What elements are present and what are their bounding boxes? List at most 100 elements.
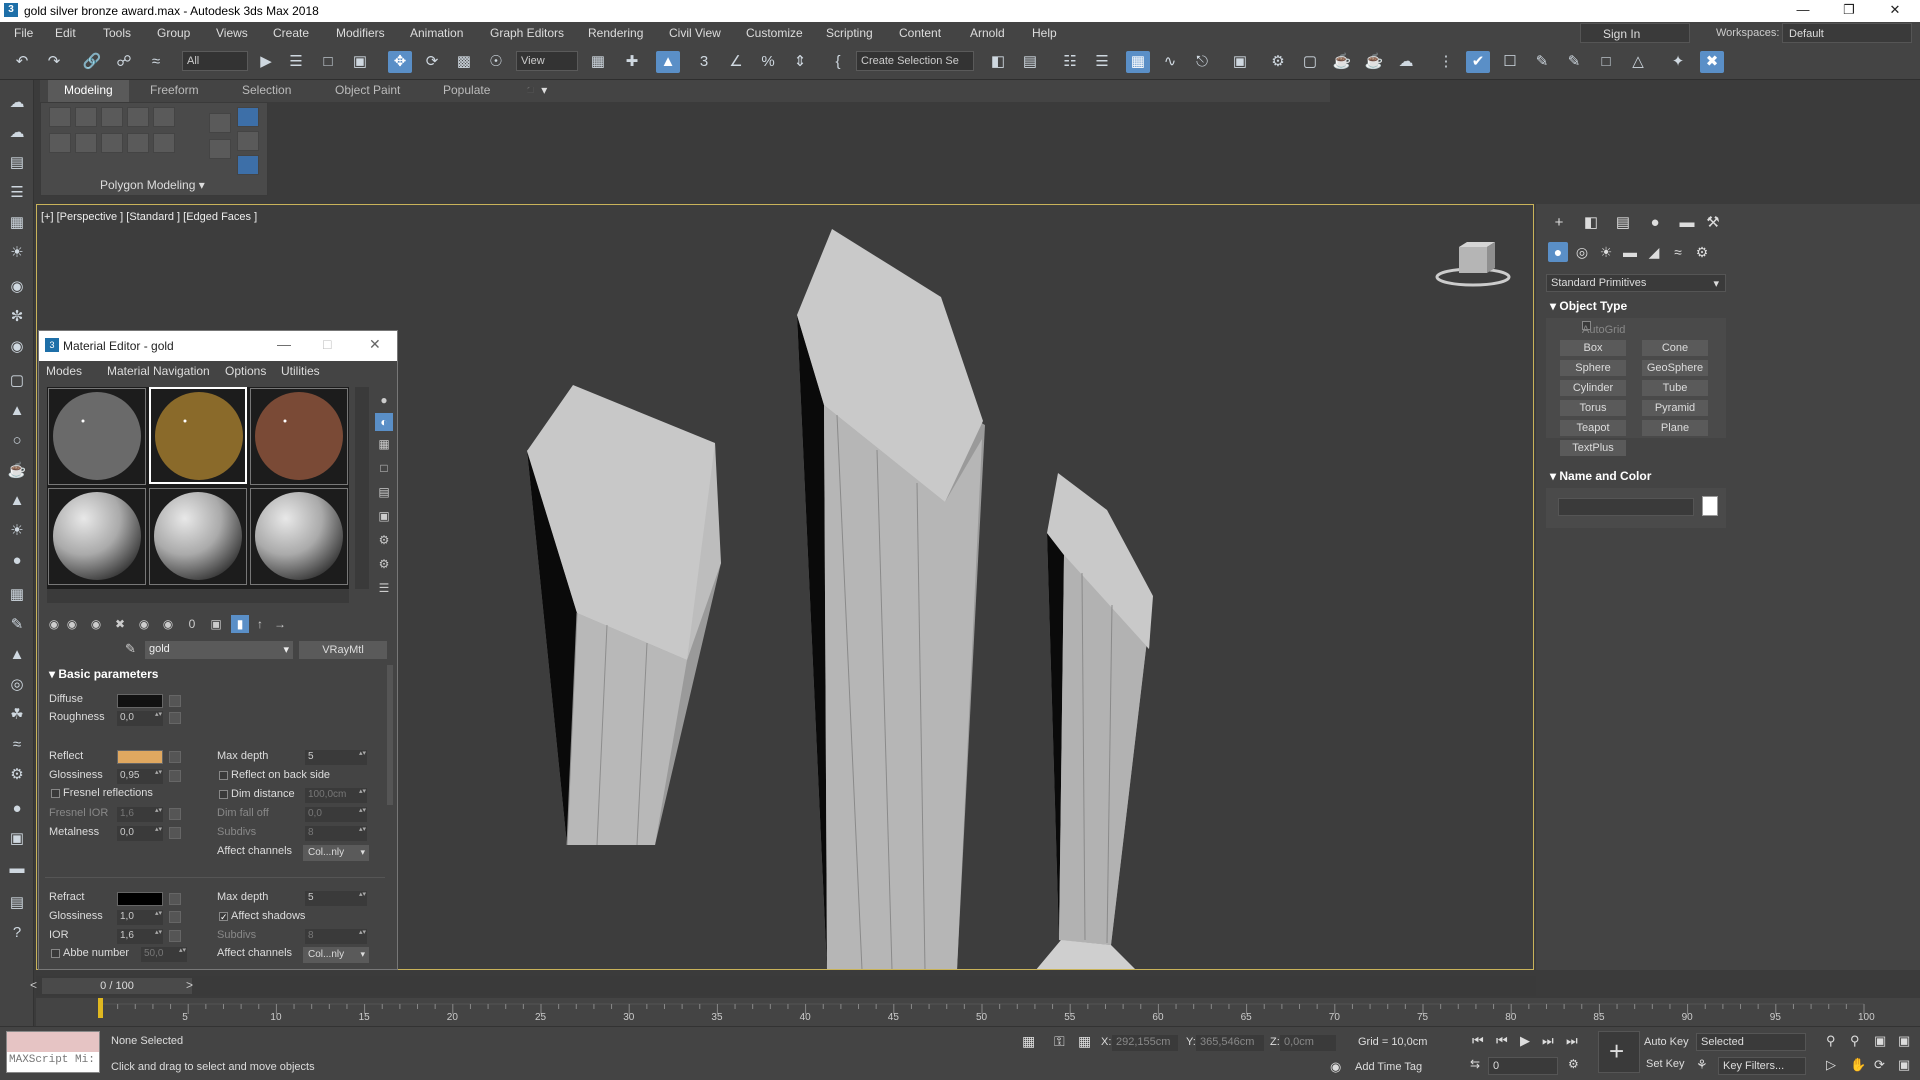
- rendered-frame-window-icon[interactable]: ▢: [1298, 51, 1322, 73]
- background-icon[interactable]: ▦: [375, 435, 393, 453]
- params-scrollbar[interactable]: [387, 665, 393, 805]
- menu-scripting[interactable]: Scripting: [826, 26, 873, 40]
- material-slot[interactable]: [250, 488, 348, 585]
- tab-object-paint[interactable]: Object Paint: [335, 83, 400, 97]
- plant-icon[interactable]: ☘: [6, 704, 28, 726]
- grid-icon[interactable]: ⋮: [1434, 51, 1458, 73]
- fresnel-checkbox[interactable]: [51, 789, 60, 798]
- align-icon[interactable]: ▤: [1018, 51, 1042, 73]
- name-color-rollout-header[interactable]: ▾ Name and Color: [1546, 466, 1726, 486]
- get-material-icon[interactable]: ◉: [45, 615, 63, 633]
- modify-tab-icon[interactable]: ◧: [1580, 212, 1602, 234]
- vray-mesh-icon[interactable]: ✎: [1562, 51, 1586, 73]
- compass-icon[interactable]: ▲: [6, 644, 28, 666]
- systems-icon[interactable]: ⚙: [1692, 242, 1712, 262]
- toggle-ribbon-icon[interactable]: ▦: [1126, 51, 1150, 73]
- ribbon-stack-button[interactable]: [209, 113, 231, 133]
- make-preview-icon[interactable]: ▣: [375, 507, 393, 525]
- dim-distance-spinner[interactable]: 100,0cm: [305, 788, 367, 803]
- curve-editor-icon[interactable]: ∿: [1158, 51, 1182, 73]
- next-frame-icon[interactable]: ⏭: [1542, 1033, 1554, 1049]
- menu-civil-view[interactable]: Civil View: [669, 26, 721, 40]
- reflect-map-button[interactable]: [169, 751, 181, 763]
- selection-filter-select[interactable]: All: [182, 51, 248, 71]
- select-object-icon[interactable]: ▶: [254, 51, 278, 73]
- refl-glossiness-spinner[interactable]: 0,95: [117, 769, 163, 784]
- make-unique-icon[interactable]: ◉: [135, 615, 153, 633]
- roughness-map-button[interactable]: [169, 712, 181, 724]
- time-cursor[interactable]: [98, 998, 103, 1018]
- select-by-material-icon[interactable]: ⚙: [375, 555, 393, 573]
- cylinder-button[interactable]: Cylinder: [1560, 380, 1626, 396]
- metalness-spinner[interactable]: 0,0: [117, 826, 163, 841]
- maxscript-input[interactable]: MAXScript Mi:: [7, 1052, 99, 1066]
- close-icon[interactable]: ✕: [1880, 2, 1910, 18]
- options-icon[interactable]: ⚙: [375, 531, 393, 549]
- material-editor-titlebar[interactable]: 3 Material Editor - gold — □ ✕: [39, 331, 397, 361]
- refract-map-button[interactable]: [169, 893, 181, 905]
- box-button[interactable]: Box: [1560, 340, 1626, 356]
- menu-rendering[interactable]: Rendering: [588, 26, 643, 40]
- ribbon-element-button[interactable]: [153, 107, 175, 127]
- menu-create[interactable]: Create: [273, 26, 309, 40]
- shapes-icon[interactable]: ◎: [1572, 242, 1592, 262]
- material-slot[interactable]: [149, 488, 247, 585]
- z-coordinate[interactable]: 0,0cm: [1280, 1035, 1336, 1051]
- isolate-icon[interactable]: ▦: [1022, 1033, 1035, 1050]
- scene-explorer-icon[interactable]: ☷: [1058, 51, 1082, 73]
- video-check-icon[interactable]: ▤: [375, 483, 393, 501]
- award-crystal-right[interactable]: [1035, 473, 1153, 970]
- refr-glossiness-spinner[interactable]: 1,0: [117, 910, 163, 925]
- y-coordinate[interactable]: 365,546cm: [1196, 1035, 1264, 1051]
- hair-icon[interactable]: ≈: [6, 734, 28, 756]
- lights-icon[interactable]: ☀: [1596, 242, 1616, 262]
- link-icon[interactable]: 🔗: [80, 51, 104, 73]
- minimize-icon[interactable]: —: [1788, 2, 1818, 17]
- ribbon-vertex-button[interactable]: [49, 107, 71, 127]
- bind-spacewarp-icon[interactable]: ≈: [144, 51, 168, 73]
- ribbon-stack-2-button[interactable]: [209, 139, 231, 159]
- time-next-icon[interactable]: >: [186, 978, 193, 992]
- zoom-icon[interactable]: ⚲: [1826, 1033, 1836, 1049]
- pivot-center-icon[interactable]: ▦: [586, 51, 610, 73]
- rect-selection-icon[interactable]: □: [316, 51, 340, 73]
- absolute-mode-icon[interactable]: ▦: [1078, 1033, 1091, 1050]
- zoom-all-icon[interactable]: ⚲: [1850, 1033, 1860, 1049]
- sphere-material-icon[interactable]: ●: [6, 798, 28, 820]
- keyboard-shortcut-override-icon[interactable]: ▲: [656, 51, 680, 73]
- angle-snap-icon[interactable]: ∠: [724, 51, 748, 73]
- panel-icon[interactable]: ▢: [6, 370, 28, 392]
- reflect-color-swatch[interactable]: [117, 750, 163, 764]
- spacewarps-icon[interactable]: ≈: [1668, 242, 1688, 262]
- plane-button[interactable]: Plane: [1642, 420, 1708, 436]
- object-type-rollout-header[interactable]: ▾ Object Type: [1546, 296, 1726, 316]
- snaps-toggle-icon[interactable]: 3: [692, 51, 716, 73]
- refl-subdivs-spinner[interactable]: 8: [305, 826, 367, 841]
- select-manipulate-icon[interactable]: ✚: [620, 51, 644, 73]
- me-menu-material[interactable]: Material: [107, 364, 150, 378]
- schematic-view-icon[interactable]: ⎋: [1190, 51, 1214, 73]
- layer-explorer-icon[interactable]: ☰: [1090, 51, 1114, 73]
- restore-icon[interactable]: ❐: [1834, 2, 1864, 18]
- ribbon-pin-button[interactable]: [237, 107, 259, 127]
- zoom-extents-all-icon[interactable]: ▣: [1898, 1033, 1910, 1049]
- menu-graph-editors[interactable]: Graph Editors: [490, 26, 564, 40]
- auto-key-button[interactable]: Auto Key: [1644, 1036, 1689, 1048]
- render-in-cloud-icon[interactable]: ☁: [1394, 51, 1418, 73]
- select-by-name-icon[interactable]: ☰: [284, 51, 308, 73]
- tab-populate[interactable]: Populate: [443, 83, 490, 97]
- orbit-icon[interactable]: ⟳: [1874, 1057, 1885, 1073]
- lock-icon[interactable]: ⚿: [1054, 1033, 1065, 1050]
- globe-icon[interactable]: ◎: [6, 674, 28, 696]
- material-editor-icon[interactable]: ▣: [1228, 51, 1252, 73]
- tube-button[interactable]: Tube: [1642, 380, 1708, 396]
- polygon-modeling-dropdown[interactable]: Polygon Modeling ▾: [100, 178, 205, 192]
- object-color-swatch[interactable]: [1702, 496, 1718, 516]
- backlight-icon[interactable]: ◐: [375, 413, 393, 431]
- select-rotate-icon[interactable]: ⟳: [420, 51, 444, 73]
- sphere-button[interactable]: Sphere: [1560, 360, 1626, 376]
- sphere-icon[interactable]: ●: [6, 550, 28, 572]
- render-production-icon[interactable]: ☕: [1330, 51, 1354, 73]
- cone-button[interactable]: Cone: [1642, 340, 1708, 356]
- maxscript-listener[interactable]: MAXScript Mi:: [6, 1031, 100, 1073]
